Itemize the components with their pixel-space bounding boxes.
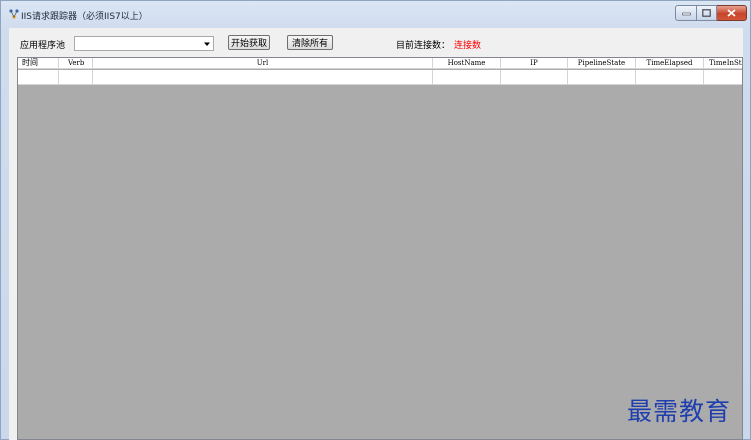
connections-label: 目前连接数： — [396, 41, 451, 51]
column-header-time[interactable]: 时间 — [18, 58, 59, 68]
column-header-verb[interactable]: Verb — [59, 58, 93, 68]
request-table[interactable]: 时间 Verb Url HostName IP PipelineState Ti… — [17, 57, 743, 440]
window-title: IIS请求跟踪器（必须IIS7以上） — [21, 12, 148, 22]
column-header-url[interactable]: Url — [93, 58, 433, 68]
main-window: IIS请求跟踪器（必须IIS7以上） 应用程序池 开始获取 清除所有 目前连接数… — [0, 0, 751, 440]
table-header: 时间 Verb Url HostName IP PipelineState Ti… — [18, 58, 742, 69]
minimize-icon — [681, 12, 691, 16]
network-icon — [9, 9, 19, 19]
maximize-button[interactable] — [697, 5, 717, 21]
table-cell — [93, 70, 433, 84]
close-button[interactable] — [717, 5, 747, 21]
client-area: 应用程序池 开始获取 清除所有 目前连接数： 连接数 时间 Verb Url H… — [9, 28, 743, 440]
column-header-hostname[interactable]: HostName — [433, 58, 501, 68]
column-header-ip[interactable]: IP — [501, 58, 568, 68]
table-cell — [568, 70, 636, 84]
table-row[interactable] — [18, 70, 742, 85]
table-cell — [636, 70, 704, 84]
watermark-text: 最需教育 — [627, 397, 732, 426]
table-cell — [18, 70, 59, 84]
table-cell — [433, 70, 501, 84]
title-bar[interactable]: IIS请求跟踪器（必须IIS7以上） — [1, 1, 750, 27]
start-button[interactable]: 开始获取 — [228, 35, 270, 50]
chevron-down-icon — [204, 42, 210, 46]
maximize-icon — [702, 9, 711, 17]
table-cell — [704, 70, 742, 84]
window-controls — [675, 5, 747, 21]
table-cell — [59, 70, 93, 84]
app-pool-select[interactable] — [74, 36, 214, 51]
column-header-timeelapsed[interactable]: TimeElapsed — [636, 58, 704, 68]
connections-count: 连接数 — [454, 41, 482, 51]
table-cell — [501, 70, 568, 84]
column-header-pipelinestate[interactable]: PipelineState — [568, 58, 636, 68]
minimize-button[interactable] — [675, 5, 697, 21]
clear-all-button[interactable]: 清除所有 — [287, 35, 333, 50]
column-header-timeinstate[interactable]: TimeInState — [704, 58, 742, 68]
app-pool-label: 应用程序池 — [20, 41, 66, 51]
close-icon — [727, 9, 736, 17]
